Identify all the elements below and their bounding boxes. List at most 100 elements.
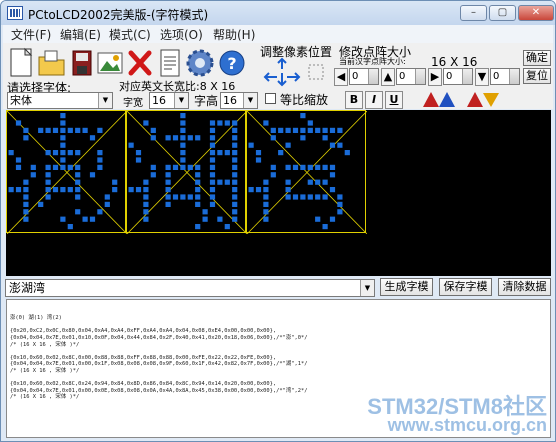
maximize-button[interactable]: ▢ — [489, 5, 516, 21]
current-dot-value: 16 X 16 — [431, 55, 478, 69]
font-select[interactable]: 宋体 ▼ — [7, 92, 113, 109]
glyph-cell-1[interactable] — [126, 110, 247, 234]
glyph-pixel — [329, 187, 336, 193]
glyph-pixel — [209, 172, 216, 178]
glyph-pixel — [195, 179, 201, 185]
new-file-icon[interactable] — [7, 47, 37, 79]
glyph-pixel — [60, 187, 66, 193]
glyph-pixel — [180, 127, 186, 133]
glyph-pixel — [263, 201, 269, 207]
glyph-pixel — [195, 164, 201, 170]
glyph-pixel — [143, 194, 149, 200]
restore-button[interactable]: 复位 — [523, 68, 551, 84]
glyph-pixel — [8, 150, 14, 156]
menu-help[interactable]: 帮助(H) — [213, 26, 255, 43]
glyph-pixel — [180, 113, 186, 119]
close-button[interactable]: ✕ — [518, 5, 554, 21]
generate-button[interactable]: 生成字模 — [380, 278, 433, 296]
dot-width-spin[interactable]: 0 — [349, 68, 379, 85]
glyph-editor-canvas[interactable] — [6, 110, 551, 276]
glyph-pixel — [202, 209, 208, 215]
title-bar: PCtoLCD2002完美版-(字符模式) – ▢ ✕ — [1, 1, 555, 25]
glyph-pixel — [195, 224, 201, 230]
glyph-pixel — [180, 135, 186, 141]
glyph-pixel — [217, 179, 223, 185]
glyph-pixel — [263, 216, 269, 222]
glyph-pixel — [97, 150, 103, 156]
glyph-pixel — [172, 164, 179, 170]
glyph-pixel — [278, 150, 284, 156]
menu-file[interactable]: 文件(F) — [11, 26, 51, 43]
width-decrease-icon[interactable]: ◀ — [334, 68, 348, 86]
glyph-pixel — [322, 179, 328, 185]
glyph-pixel — [104, 194, 110, 200]
minimize-button[interactable]: – — [460, 5, 487, 21]
rotate-icon[interactable] — [465, 89, 501, 109]
help-icon[interactable]: ? — [217, 47, 247, 79]
dot-height-spin[interactable]: 0 — [396, 68, 426, 85]
clear-data-button[interactable]: 清除数据 — [498, 278, 551, 296]
glyph-pixel — [30, 164, 36, 170]
save-font-button[interactable]: 保存字模 — [439, 278, 492, 296]
glyph-pixel — [285, 127, 291, 133]
glyph-cell-0[interactable] — [6, 110, 127, 234]
glyph-pixel — [322, 224, 328, 230]
menu-edit[interactable]: 编辑(E) — [60, 26, 101, 43]
glyph-pixel — [195, 135, 201, 141]
glyph-pixel — [45, 179, 51, 185]
document-icon[interactable] — [155, 47, 185, 79]
height-increase-icon[interactable]: ▼ — [475, 68, 489, 86]
height-select[interactable]: 16 ▼ — [220, 92, 258, 109]
width-increase-icon[interactable]: ▶ — [428, 68, 442, 86]
glyph-pixel — [45, 194, 51, 200]
open-folder-icon[interactable] — [37, 47, 67, 79]
current-dot-label: 当前汉字点阵大小: — [339, 57, 406, 66]
height-decrease-icon[interactable]: ▲ — [381, 68, 395, 86]
glyph-pixel — [8, 187, 14, 193]
glyph-pixel — [263, 120, 269, 126]
glyph-pixel — [89, 172, 96, 178]
delete-icon[interactable] — [125, 47, 155, 79]
glyph-pixel — [300, 194, 306, 200]
underline-button[interactable]: U — [385, 91, 403, 109]
chevron-down-icon: ▼ — [360, 280, 374, 296]
dot-width-add-spin[interactable]: 0 — [443, 68, 473, 85]
glyph-pixel — [45, 164, 51, 170]
save-disk-icon[interactable] — [67, 47, 97, 79]
glyph-pixel — [329, 172, 336, 178]
glyph-pixel — [270, 127, 276, 133]
glyph-pixel — [232, 157, 238, 163]
dot-height-add-spin[interactable]: 0 — [490, 68, 520, 85]
glyph-pixel — [112, 187, 118, 193]
glyph-pixel — [180, 157, 186, 163]
glyph-pixel — [165, 172, 171, 178]
confirm-button[interactable]: 确定 — [523, 50, 551, 66]
glyph-pixel — [292, 164, 299, 170]
menu-options[interactable]: 选项(O) — [160, 26, 203, 43]
width-select[interactable]: 16 ▼ — [149, 92, 189, 109]
glyph-cell-2[interactable] — [246, 110, 367, 234]
menu-mode[interactable]: 模式(C) — [109, 26, 151, 43]
proportional-checkbox[interactable] — [265, 93, 276, 104]
svg-text:?: ? — [227, 54, 236, 73]
gear-icon[interactable] — [185, 47, 215, 79]
glyph-pixel — [172, 194, 179, 200]
italic-button[interactable]: I — [365, 91, 383, 109]
glyph-pixel — [232, 194, 238, 200]
glyph-pixel — [232, 201, 238, 207]
bold-button[interactable]: B — [345, 91, 363, 109]
glyph-pixel — [165, 201, 171, 207]
toolbar: ? 请选择字体: 宋体 ▼ 对应英文长宽比:8 X 16 字宽 16 ▼ 字高 16… — [3, 43, 553, 109]
text-to-convert-input[interactable]: 澎湖湾 ▼ — [5, 279, 375, 297]
glyph-pixel — [143, 216, 149, 222]
image-icon[interactable] — [95, 47, 125, 79]
glyph-pixel — [97, 164, 103, 170]
glyph-pixel — [187, 194, 193, 200]
glyph-pixel — [135, 157, 142, 163]
mirror-icon[interactable] — [421, 89, 457, 109]
glyph-pixel — [143, 179, 149, 185]
pixel-shift-arrows-icon[interactable] — [263, 57, 329, 87]
glyph-pixel — [315, 164, 321, 170]
